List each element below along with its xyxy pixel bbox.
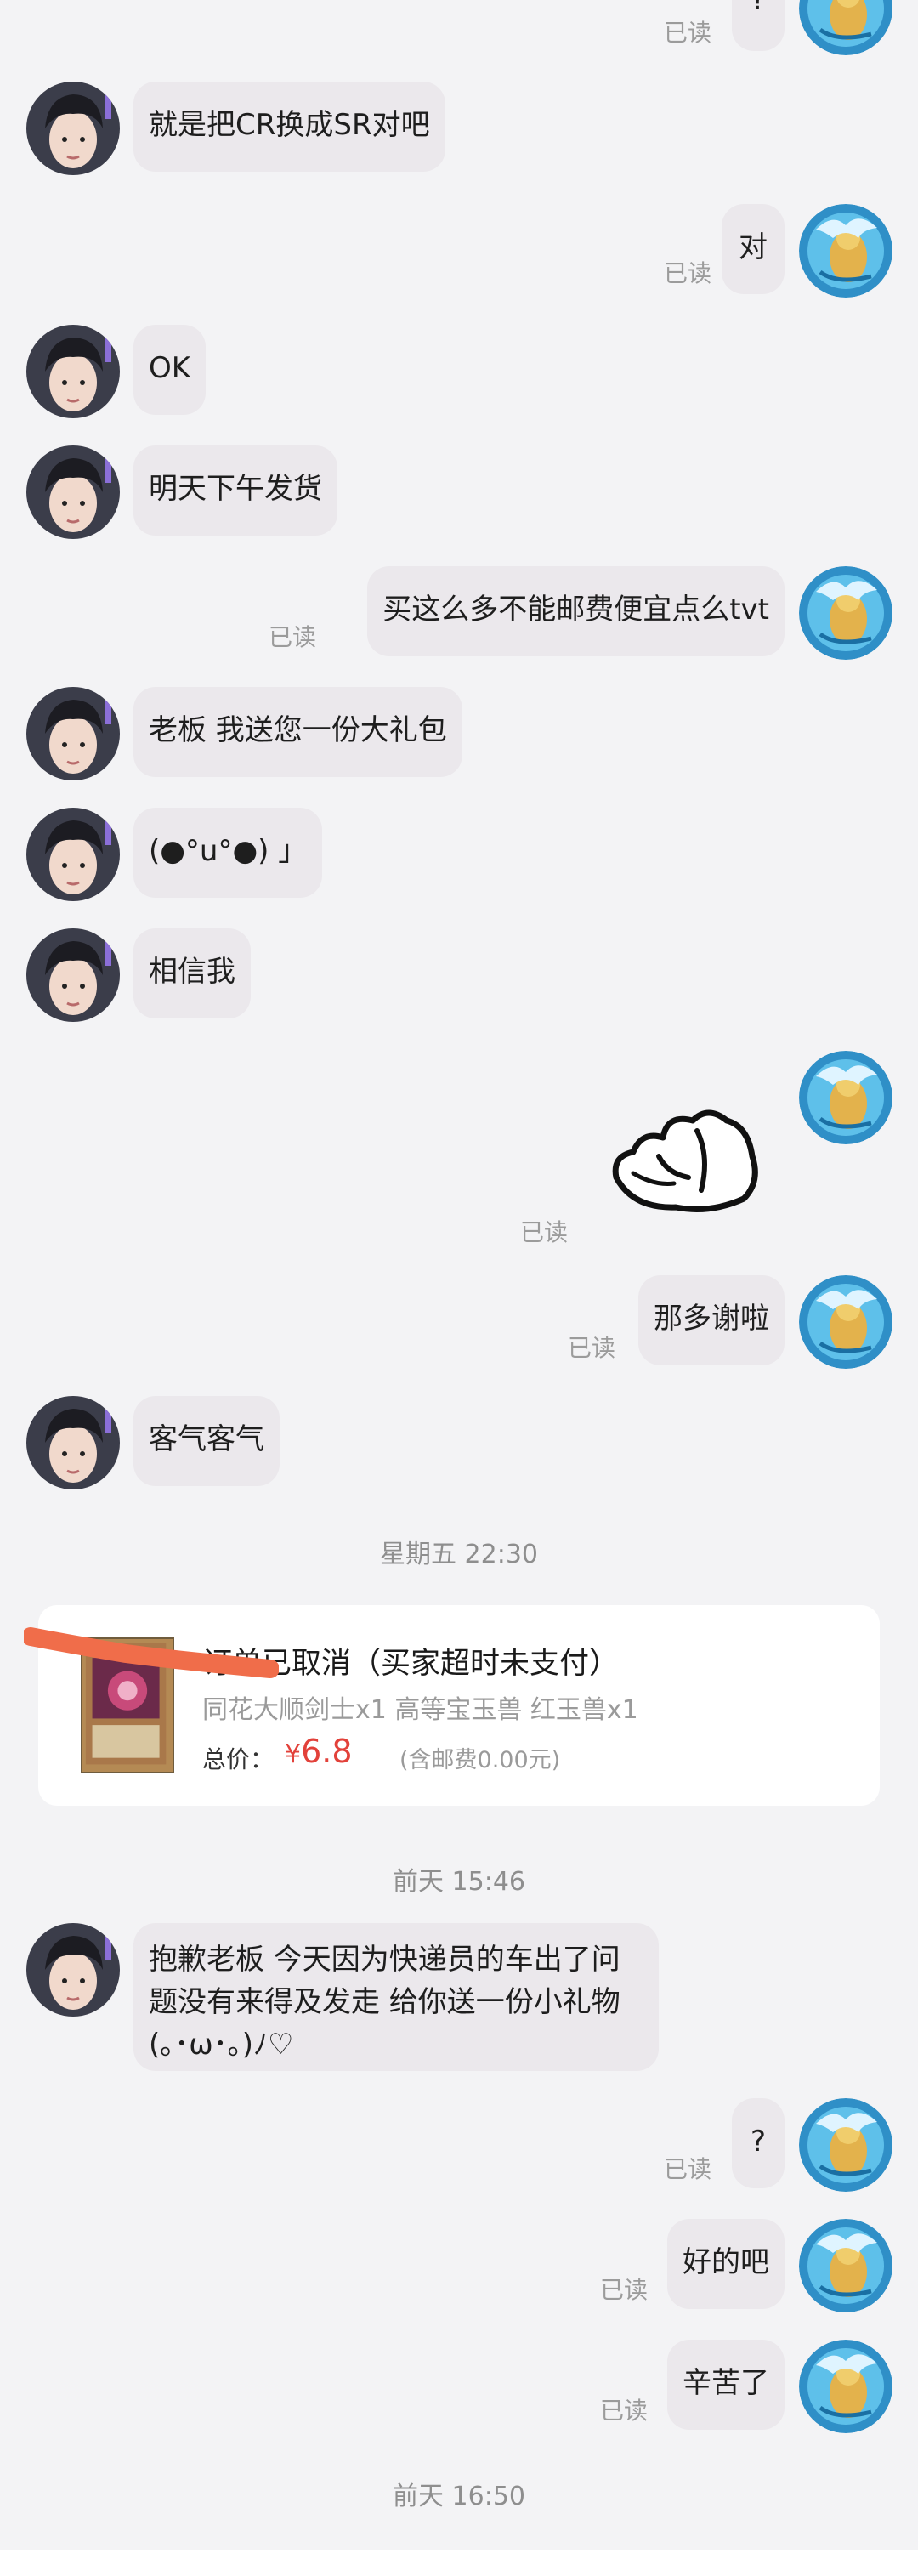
anime-beast-avatar-icon [799, 2219, 892, 2312]
message-bubble-self[interactable]: 那多谢啦 [638, 1275, 785, 1365]
other-avatar[interactable] [26, 1396, 120, 1489]
self-avatar[interactable] [799, 1051, 892, 1144]
read-receipt: 已读 [269, 623, 317, 651]
read-receipt: 已读 [664, 2155, 712, 2183]
read-receipt: 已读 [600, 2397, 649, 2425]
anime-beast-avatar-icon [799, 204, 892, 298]
anime-beast-avatar-icon [799, 566, 892, 660]
user-avatar-icon [26, 1923, 120, 2017]
self-avatar[interactable] [799, 566, 892, 660]
bottom-input-bar[interactable] [0, 2550, 918, 2576]
self-avatar[interactable] [799, 204, 892, 298]
message-bubble-other[interactable]: 老板 我送您一份大礼包 [133, 687, 462, 777]
anime-beast-avatar-icon [799, 2340, 892, 2433]
self-avatar[interactable] [799, 2098, 892, 2192]
other-avatar[interactable] [26, 928, 120, 1022]
timestamp: 星期五 22:30 [380, 1540, 538, 1569]
message-bubble-self[interactable]: 辛苦了 [667, 2340, 785, 2430]
other-avatar[interactable] [26, 687, 120, 780]
user-avatar-icon [26, 808, 120, 901]
user-avatar-icon [26, 445, 120, 539]
read-receipt: 已读 [664, 19, 712, 47]
timestamp: 前天 15:46 [393, 1867, 525, 1897]
message-bubble-other[interactable]: OK [133, 325, 207, 415]
message-bubble-other[interactable]: 相信我 [133, 928, 251, 1018]
message-bubble-self[interactable]: ? [731, 2098, 785, 2188]
message-bubble-self[interactable]: 好的吧 [667, 2219, 785, 2309]
other-avatar[interactable] [26, 325, 120, 418]
self-avatar[interactable] [799, 1275, 892, 1369]
message-bubble-other[interactable]: 客气客气 [133, 1396, 280, 1486]
user-avatar-icon [26, 928, 120, 1022]
message-bubble-other[interactable]: 明天下午发货 [133, 445, 337, 536]
order-shipping: (含邮费0.00元) [400, 1747, 561, 1773]
order-total-label: 总价： [202, 1745, 275, 1773]
redaction-scribble-icon [24, 1627, 279, 1678]
message-bubble-other[interactable]: (●°u°●)​ 」 [133, 808, 323, 898]
order-price-value: 6.8 [301, 1733, 353, 1770]
other-avatar[interactable] [26, 82, 120, 175]
message-bubble-other[interactable]: 就是把CR换成SR对吧 [133, 82, 445, 172]
anime-beast-avatar-icon [799, 1051, 892, 1144]
read-receipt: 已读 [664, 259, 712, 287]
other-avatar[interactable] [26, 808, 120, 901]
order-items: 同花大顺剑士x1 高等宝玉兽 红玉兽x1 [202, 1695, 638, 1725]
message-bubble-self[interactable]: 买这么多不能邮费便宜点么tvt [367, 566, 785, 656]
user-avatar-icon [26, 687, 120, 780]
currency-symbol: ¥ [285, 1739, 302, 1769]
read-receipt: 已读 [520, 1218, 569, 1246]
message-bubble-self[interactable]: ? [731, 0, 785, 51]
self-avatar[interactable] [799, 2219, 892, 2312]
read-receipt: 已读 [568, 1334, 616, 1362]
other-avatar[interactable] [26, 1923, 120, 2017]
other-avatar[interactable] [26, 445, 120, 539]
self-avatar[interactable] [799, 2340, 892, 2433]
timestamp: 前天 16:50 [393, 2482, 525, 2511]
hands-sticker-icon[interactable] [608, 1088, 765, 1216]
anime-beast-avatar-icon [799, 0, 892, 55]
self-avatar[interactable] [799, 0, 892, 55]
order-price: ¥6.8 [285, 1733, 353, 1770]
user-avatar-icon [26, 1396, 120, 1489]
read-receipt: 已读 [600, 2276, 649, 2304]
user-avatar-icon [26, 82, 120, 175]
message-bubble-other[interactable]: 抱歉老板 今天因为快递员的车出了问题没有来得及发走 给你送一份小礼物(｡･ω･｡… [133, 1923, 659, 2071]
message-bubble-self[interactable]: 对 [722, 204, 785, 294]
anime-beast-avatar-icon [799, 2098, 892, 2192]
anime-beast-avatar-icon [799, 1275, 892, 1369]
user-avatar-icon [26, 325, 120, 418]
